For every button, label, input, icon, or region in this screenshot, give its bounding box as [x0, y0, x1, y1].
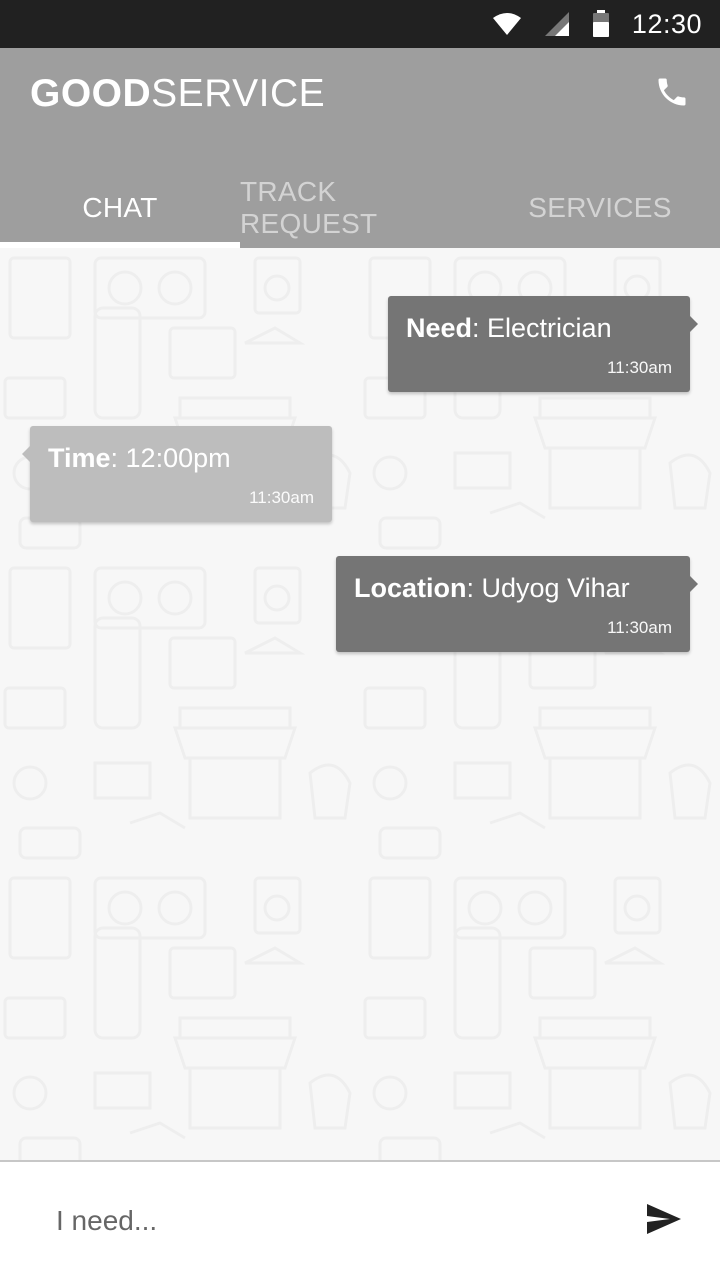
tab-services[interactable]: SERVICES: [480, 168, 720, 248]
app-screen: 12:30 GOODSERVICE CHAT TRACK REQUEST SER…: [0, 0, 720, 1280]
composer-bar: [0, 1160, 720, 1280]
message-text: Time: 12:00pm: [48, 442, 314, 474]
call-button[interactable]: [652, 74, 692, 114]
message-input[interactable]: [56, 1191, 634, 1251]
tab-bar: CHAT TRACK REQUEST SERVICES: [0, 168, 720, 248]
message-bubble-incoming[interactable]: Time: 12:00pm 11:30am: [22, 426, 332, 522]
wifi-icon: [492, 12, 522, 36]
tab-track-request-label: TRACK REQUEST: [240, 176, 378, 239]
app-title: GOODSERVICE: [30, 72, 325, 116]
message-bubble-outgoing[interactable]: Location: Udyog Vihar 11:30am: [336, 556, 698, 652]
battery-icon: [592, 10, 610, 38]
tab-services-label: SERVICES: [528, 192, 672, 223]
tab-chat-label: CHAT: [82, 192, 158, 223]
send-button[interactable]: [634, 1191, 694, 1251]
message-time: 11:30am: [607, 618, 672, 637]
message-text: Location: Udyog Vihar: [354, 572, 672, 604]
message-time: 11:30am: [249, 488, 314, 507]
message-label: Time: [48, 443, 111, 473]
status-time: 12:30: [631, 8, 702, 39]
chat-area[interactable]: Need: Electrician 11:30am Time: 12:00pm …: [0, 248, 720, 1160]
brand-regular: SERVICE: [151, 72, 326, 115]
message-time: 11:30am: [607, 358, 672, 377]
app-bar: GOODSERVICE CHAT TRACK REQUEST SERVICES: [0, 48, 720, 248]
message-label: Need: [406, 313, 473, 343]
message-value: : 12:00pm: [110, 443, 231, 473]
message-value: : Electrician: [472, 313, 612, 343]
status-bar: 12:30: [0, 0, 720, 48]
send-icon: [646, 1203, 682, 1240]
brand-bold: GOOD: [30, 72, 152, 115]
message-value: : Udyog Vihar: [466, 573, 630, 603]
tab-track-request[interactable]: TRACK REQUEST: [240, 168, 480, 248]
message-bubble-outgoing[interactable]: Need: Electrician 11:30am: [388, 296, 698, 392]
tab-chat[interactable]: CHAT: [0, 168, 240, 248]
signal-icon: [544, 11, 570, 37]
phone-icon: [654, 74, 690, 115]
message-label: Location: [354, 573, 467, 603]
message-text: Need: Electrician: [406, 312, 672, 344]
